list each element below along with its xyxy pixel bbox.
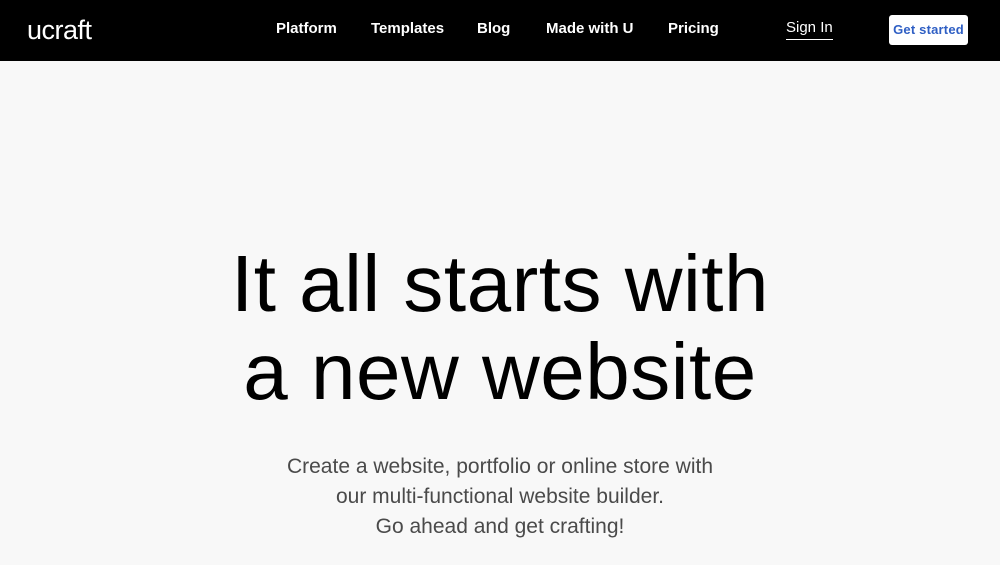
top-navigation-bar: ucraft Platform Templates Blog Made with… bbox=[0, 0, 1000, 61]
hero-subtitle-line-3: Go ahead and get crafting! bbox=[375, 515, 625, 538]
hero-subtitle-line-1: Create a website, portfolio or online st… bbox=[286, 455, 714, 478]
nav-item-pricing[interactable]: Pricing bbox=[668, 20, 719, 38]
hero-title: It all starts with a new website bbox=[0, 240, 1000, 416]
ucraft-logo[interactable]: ucraft bbox=[27, 13, 92, 47]
nav-item-platform[interactable]: Platform bbox=[276, 20, 337, 38]
nav-item-made-with-u[interactable]: Made with U bbox=[546, 20, 634, 38]
nav-item-blog[interactable]: Blog bbox=[477, 20, 510, 38]
get-started-button[interactable]: Get started bbox=[889, 15, 968, 45]
hero-title-line-2: a new website bbox=[243, 327, 757, 416]
hero-title-line-1: It all starts with bbox=[230, 239, 770, 328]
hero-subtitle-line-2: our multi-functional website builder. bbox=[335, 485, 664, 508]
nav-item-templates[interactable]: Templates bbox=[371, 20, 444, 38]
hero-subtitle: Create a website, portfolio or online st… bbox=[0, 452, 1000, 542]
sign-in-link[interactable]: Sign In bbox=[786, 19, 833, 40]
